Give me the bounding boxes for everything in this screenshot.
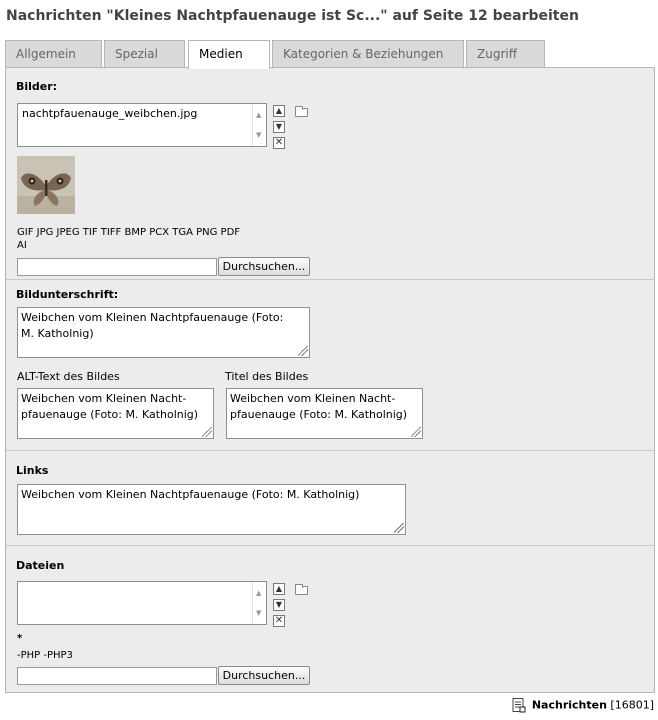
allowed-file-types: * [17,633,23,644]
alt-text-line2: pfauenauge (Foto: M. Katholnig) [21,408,199,421]
tab-allgemein[interactable]: Allgemein [5,40,102,67]
links-textarea[interactable]: Weibchen vom Kleinen Nachtpfauenauge (Fo… [17,484,406,535]
links-label: Links [16,464,49,477]
move-up-icon[interactable]: ▲ [273,583,285,595]
images-label: Bilder: [16,80,58,93]
alt-text-line1: Weibchen vom Kleinen Nacht- [21,392,187,405]
files-list[interactable]: ▲ ▼ [17,581,267,625]
image-title-line2: pfauenauge (Foto: M. Katholnig) [230,408,408,421]
resize-handle-icon[interactable] [298,346,308,356]
record-footer: Nachrichten [16801] [512,698,654,713]
caption-text-line2: M. Katholnig) [21,327,94,340]
image-title-line1: Weibchen vom Kleinen Nacht- [230,392,396,405]
resize-handle-icon[interactable] [394,523,404,533]
remove-icon[interactable]: ✕ [273,615,285,627]
caption-section: Bildunterschrift: Weibchen vom Kleinen N… [6,280,654,451]
image-thumbnail[interactable] [17,156,75,214]
move-down-icon[interactable]: ▼ [273,121,285,133]
allowed-image-types: GIF JPG JPEG TIF TIFF BMP PCX TGA PNG PD… [17,227,241,238]
media-panel: Bilder: nachtpfauenauge_weibchen.jpg ▲ ▼… [5,67,655,693]
scroll-up-icon: ▲ [256,111,262,119]
folder-browse-icon[interactable] [295,584,308,595]
alt-text-label: ALT-Text des Bildes [17,370,120,383]
disallowed-file-types: -PHP -PHP3 [17,650,73,661]
record-id: [16801] [610,698,654,712]
tab-kategorien-beziehungen[interactable]: Kategorien & Beziehungen [272,40,464,67]
scroll-down-icon: ▼ [256,609,262,617]
image-upload-input[interactable] [17,258,217,276]
files-browse-button[interactable]: Durchsuchen... [218,666,310,685]
images-section: Bilder: nachtpfauenauge_weibchen.jpg ▲ ▼… [6,68,654,280]
image-file-item[interactable]: nachtpfauenauge_weibchen.jpg [22,106,197,122]
file-upload-input[interactable] [17,667,217,685]
caption-text-line1: Weibchen vom Kleinen Nachtpfauenauge (Fo… [21,311,284,324]
news-record-icon [512,698,526,713]
folder-browse-icon[interactable] [295,106,308,117]
caption-textarea[interactable]: Weibchen vom Kleinen Nachtpfauenauge (Fo… [17,307,310,358]
files-section: Dateien ▲ ▼ ▲ ▼ ✕ * -PHP -PHP3 Durchsuch… [6,546,654,692]
tab-medien[interactable]: Medien [188,40,270,69]
record-table-link[interactable]: Nachrichten [532,699,607,712]
tab-spezial[interactable]: Spezial [104,40,185,67]
resize-handle-icon[interactable] [411,427,421,437]
links-section: Links Weibchen vom Kleinen Nachtpfauenau… [6,451,654,546]
move-up-icon[interactable]: ▲ [273,105,285,117]
caption-label: Bildunterschrift: [16,288,119,301]
scroll-up-icon: ▲ [256,589,262,597]
links-text: Weibchen vom Kleinen Nachtpfauenauge (Fo… [21,488,360,501]
remove-icon[interactable]: ✕ [273,137,285,149]
images-list-scrollbar[interactable]: ▲ ▼ [252,104,266,146]
images-browse-button[interactable]: Durchsuchen... [218,257,310,276]
resize-handle-icon[interactable] [202,427,212,437]
move-down-icon[interactable]: ▼ [273,599,285,611]
image-title-label: Titel des Bildes [225,370,309,383]
image-title-textarea[interactable]: Weibchen vom Kleinen Nacht- pfauenauge (… [226,388,423,439]
images-file-list[interactable]: nachtpfauenauge_weibchen.jpg ▲ ▼ [17,103,267,147]
files-label: Dateien [16,559,65,572]
scroll-down-icon: ▼ [256,131,262,139]
allowed-image-types-cont: AI [17,240,27,251]
moth-thumbnail-image [17,156,75,214]
alt-text-textarea[interactable]: Weibchen vom Kleinen Nacht- pfauenauge (… [17,388,214,439]
page-title: Nachrichten "Kleines Nachtpfauenauge ist… [6,8,579,24]
tab-zugriff[interactable]: Zugriff [466,40,545,67]
files-list-scrollbar[interactable]: ▲ ▼ [252,582,266,624]
